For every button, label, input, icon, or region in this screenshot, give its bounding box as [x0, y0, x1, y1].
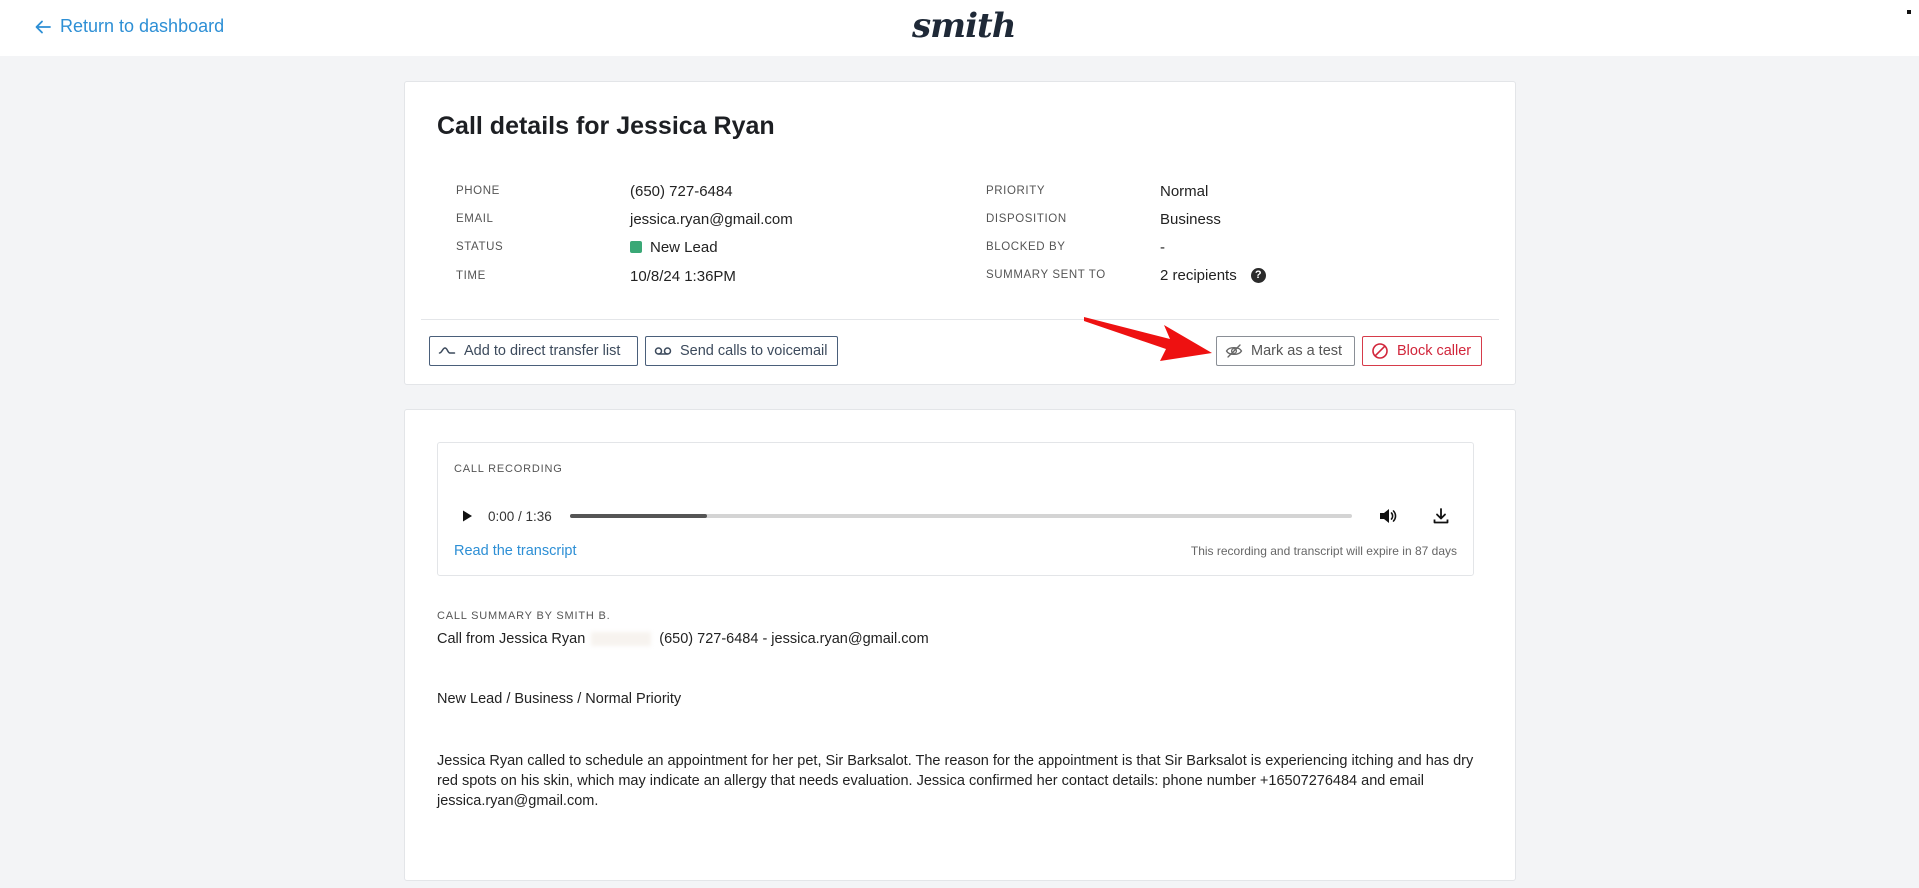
- email-row: EMAIL jessica.ryan@gmail.com: [456, 211, 793, 228]
- eye-off-icon: [1225, 344, 1243, 358]
- phone-key: PHONE: [456, 185, 500, 197]
- priority-key: PRIORITY: [986, 185, 1046, 197]
- priority-row: PRIORITY Normal: [986, 183, 1208, 200]
- help-icon[interactable]: ?: [1250, 267, 1266, 283]
- disposition-value: Business: [1160, 210, 1221, 228]
- time-key: TIME: [456, 270, 486, 282]
- redacted-text: [591, 632, 652, 647]
- summary-sent-row: SUMMARY SENT TO 2 recipients ?: [986, 267, 1266, 284]
- disposition-key: DISPOSITION: [986, 213, 1067, 225]
- call-details-card: Call details for Jessica Ryan PHONE (650…: [404, 81, 1516, 385]
- audio-player: 0:00 / 1:36: [454, 501, 1459, 531]
- mark-as-test-label: Mark as a test: [1251, 343, 1343, 359]
- status-row: STATUS New Lead: [456, 239, 718, 256]
- transfer-icon: [438, 347, 456, 354]
- summary-sent-key: SUMMARY SENT TO: [986, 269, 1106, 281]
- call-recording-label: CALL RECORDING: [454, 463, 563, 475]
- blocked-by-row: BLOCKED BY -: [986, 239, 1165, 256]
- caller-name-text: Call from Jessica Ryan: [437, 631, 586, 647]
- arrow-left-icon: [35, 20, 51, 33]
- playback-progress-track[interactable]: [570, 514, 1352, 518]
- return-to-dashboard-link[interactable]: Return to dashboard: [34, 16, 224, 37]
- add-direct-transfer-button[interactable]: Add to direct transfer list: [429, 336, 638, 366]
- block-icon: [1372, 343, 1388, 359]
- phone-value: (650) 727-6484: [630, 182, 733, 200]
- volume-icon[interactable]: [1378, 506, 1398, 526]
- actions-divider: [421, 319, 1499, 320]
- return-to-dashboard-label: Return to dashboard: [60, 16, 225, 36]
- playback-time: 0:00 / 1:36: [488, 508, 552, 524]
- call-recording-panel: CALL RECORDING 0:00 / 1:36 Read the tran…: [437, 442, 1474, 576]
- disposition-row: DISPOSITION Business: [986, 211, 1221, 228]
- mark-as-test-button[interactable]: Mark as a test: [1216, 336, 1355, 366]
- call-tags-line: New Lead / Business / Normal Priority: [437, 691, 682, 707]
- status-value: New Lead: [630, 239, 718, 256]
- add-direct-transfer-label: Add to direct transfer list: [464, 343, 621, 359]
- playback-progress-fill: [570, 514, 707, 518]
- call-summary-label: CALL SUMMARY BY SMITH B.: [437, 610, 611, 622]
- recipients-text: 2 recipients: [1160, 266, 1237, 284]
- status-text: New Lead: [650, 238, 718, 256]
- email-value: jessica.ryan@gmail.com: [630, 210, 793, 228]
- blocked-by-value: -: [1160, 238, 1165, 256]
- call-summary-header: Call from Jessica Ryan (650) 727-6484 - j…: [437, 631, 929, 647]
- smith-logo: smith: [912, 6, 1016, 46]
- expiration-note: This recording and transcript will expir…: [1190, 544, 1457, 558]
- phone-row: PHONE (650) 727-6484: [456, 183, 733, 200]
- call-summary-text: Jessica Ryan called to schedule an appoi…: [437, 753, 1474, 809]
- send-to-voicemail-label: Send calls to voicemail: [680, 343, 828, 359]
- top-bar: Return to dashboard smith: [0, 0, 1919, 56]
- block-caller-button[interactable]: Block caller: [1362, 336, 1482, 366]
- summary-sent-value: 2 recipients ?: [1160, 267, 1266, 284]
- page-title: Call details for Jessica Ryan: [437, 112, 775, 140]
- block-caller-label: Block caller: [1397, 343, 1472, 359]
- send-to-voicemail-button[interactable]: Send calls to voicemail: [645, 336, 838, 366]
- corner-dot: [1907, 10, 1911, 14]
- download-icon[interactable]: [1432, 507, 1450, 525]
- status-key: STATUS: [456, 241, 504, 253]
- read-transcript-link[interactable]: Read the transcript: [454, 543, 577, 559]
- email-key: EMAIL: [456, 213, 494, 225]
- time-row: TIME 10/8/24 1:36PM: [456, 268, 736, 285]
- play-icon[interactable]: [460, 509, 474, 523]
- annotation-arrow-icon: [1084, 317, 1212, 361]
- priority-value: Normal: [1160, 182, 1209, 200]
- voicemail-icon: [654, 347, 672, 355]
- time-value: 10/8/24 1:36PM: [630, 267, 736, 285]
- blocked-by-key: BLOCKED BY: [986, 241, 1066, 253]
- recording-summary-card: CALL RECORDING 0:00 / 1:36 Read the tran…: [404, 409, 1516, 881]
- caller-contact-text: (650) 727-6484 - jessica.ryan@gmail.com: [659, 631, 929, 647]
- status-indicator: [630, 241, 642, 253]
